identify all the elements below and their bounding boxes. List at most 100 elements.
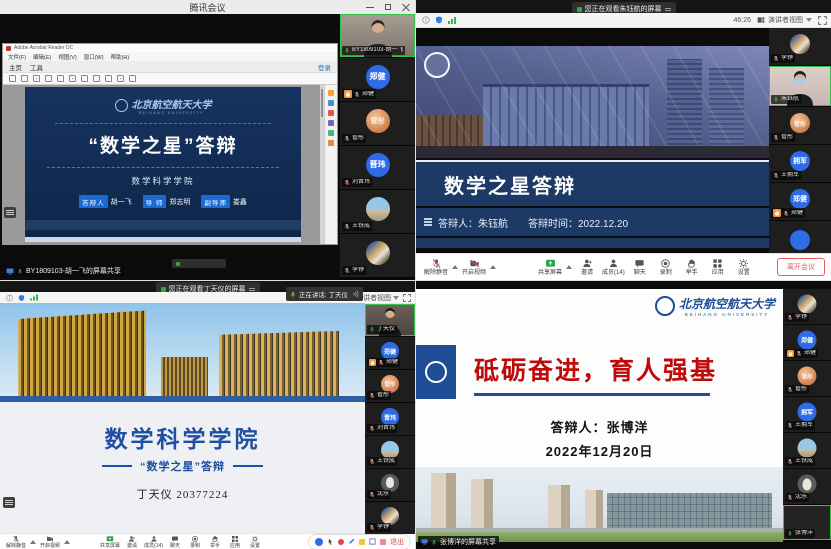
- info-icon[interactable]: [422, 16, 430, 24]
- participant-tile[interactable]: 丁天仪: [365, 304, 415, 336]
- zoom-in-icon[interactable]: [105, 75, 112, 82]
- settings-button[interactable]: 设置: [731, 258, 757, 276]
- participant-tile[interactable]: 管彤 管彤: [340, 102, 415, 145]
- laser-pointer-icon[interactable]: [338, 539, 344, 545]
- collapse-banner-icon[interactable]: [665, 8, 671, 11]
- participant-tile[interactable]: 朱钰航: [769, 66, 831, 106]
- menu-help[interactable]: 帮助(H): [111, 53, 130, 61]
- search-icon[interactable]: [45, 75, 52, 82]
- participant-tile[interactable]: 晋玮 刘晋玮: [340, 146, 415, 189]
- participant-tile[interactable]: 沈乐: [783, 469, 831, 504]
- share-screen-button[interactable]: 共享屏幕: [98, 535, 122, 549]
- export-pdf-icon[interactable]: [328, 90, 334, 96]
- cursor-icon[interactable]: [327, 538, 334, 545]
- share-options-caret[interactable]: [566, 265, 572, 269]
- minimize-icon[interactable]: [366, 3, 374, 11]
- eraser-icon[interactable]: [380, 539, 386, 545]
- record-button[interactable]: 录制: [653, 258, 679, 276]
- menu-edit[interactable]: 编辑(E): [33, 53, 51, 61]
- apps-button[interactable]: 应用: [705, 258, 731, 276]
- mail-icon[interactable]: [33, 75, 40, 82]
- fill-sign-icon[interactable]: [328, 130, 334, 136]
- participant-tile[interactable]: 王铁成: [340, 190, 415, 233]
- start-video-button[interactable]: 开启视频: [38, 535, 62, 549]
- window-titlebar[interactable]: 腾讯会议: [0, 0, 415, 14]
- stamp-icon[interactable]: [328, 140, 334, 146]
- meeting-menu-icon[interactable]: [4, 207, 16, 218]
- video-options-caret[interactable]: [64, 540, 70, 544]
- leave-meeting-button[interactable]: 离开会议: [777, 258, 825, 276]
- close-icon[interactable]: [402, 3, 410, 11]
- participant-tile[interactable]: 拥军 王拥军: [769, 145, 831, 182]
- video-options-caret[interactable]: [490, 265, 496, 269]
- mic-options-caret[interactable]: [30, 540, 36, 544]
- comment-icon[interactable]: [328, 120, 334, 126]
- info-icon[interactable]: [6, 294, 13, 301]
- annotation-avatar-icon[interactable]: [315, 538, 323, 546]
- settings-button[interactable]: 设置: [245, 535, 265, 549]
- participant-tile[interactable]: 王铁成: [783, 433, 831, 468]
- page-nav-icon[interactable]: [57, 75, 64, 82]
- edit-pdf-icon[interactable]: [328, 110, 334, 116]
- pen-icon[interactable]: [348, 538, 355, 545]
- acrobat-titlebar[interactable]: Adobe Acrobat Reader DC: [3, 44, 337, 52]
- participant-tile[interactable]: 郑健 郑健: [783, 325, 831, 360]
- participant-tile[interactable]: 晋玮 刘晋玮: [365, 403, 415, 435]
- collapse-banner-icon[interactable]: [249, 288, 255, 291]
- mic-options-caret[interactable]: [452, 265, 458, 269]
- meeting-menu-icon[interactable]: [3, 497, 15, 508]
- share-control-bar[interactable]: [172, 259, 226, 268]
- zoom-out-icon[interactable]: [93, 75, 100, 82]
- unmute-button[interactable]: 解除静音: [422, 258, 450, 276]
- invite-button[interactable]: 邀请: [574, 258, 600, 276]
- view-mode-dropdown[interactable]: 演讲者视图: [757, 15, 812, 25]
- tab-tools[interactable]: 工具: [30, 62, 43, 72]
- participant-tile[interactable]: 管彤 管彤: [769, 107, 831, 144]
- shape-icon[interactable]: [369, 538, 376, 545]
- create-pdf-icon[interactable]: [328, 100, 334, 106]
- menu-file[interactable]: 文件(F): [8, 53, 26, 61]
- invite-button[interactable]: 邀请: [122, 535, 142, 549]
- chat-button[interactable]: 聊天: [165, 535, 185, 549]
- highlighter-icon[interactable]: [359, 539, 365, 545]
- save-icon[interactable]: [9, 75, 16, 82]
- menu-window[interactable]: 窗口(W): [84, 53, 104, 61]
- chat-button[interactable]: 聊天: [627, 258, 653, 276]
- menu-view[interactable]: 视图(V): [58, 53, 76, 61]
- fullscreen-icon[interactable]: [403, 294, 411, 302]
- participant-tile[interactable]: 管彤 管彤: [365, 370, 415, 402]
- highlight-icon[interactable]: [117, 75, 124, 82]
- members-button[interactable]: 成员(14): [600, 258, 627, 276]
- comment-tool-icon[interactable]: [129, 75, 136, 82]
- participant-tile[interactable]: 管彤 管彤: [783, 361, 831, 396]
- members-button[interactable]: 成员(14): [142, 535, 165, 549]
- participant-tile[interactable]: 郑健 郑健: [340, 58, 415, 101]
- participant-tile[interactable]: BY1809103-胡一飞: [340, 14, 415, 57]
- participant-tile[interactable]: 张博洋: [783, 505, 831, 540]
- select-tool-icon[interactable]: [69, 75, 76, 82]
- participant-tile[interactable]: 李铮: [365, 502, 415, 534]
- participant-tile[interactable]: 李铮: [340, 234, 415, 277]
- exit-annotation-button[interactable]: 退出: [390, 537, 404, 547]
- participant-tile[interactable]: 王铁成: [365, 436, 415, 468]
- security-shield-icon[interactable]: [435, 16, 443, 24]
- participant-tile[interactable]: 李铮: [783, 289, 831, 324]
- raise-hand-button[interactable]: 举手: [679, 258, 705, 276]
- unmute-button[interactable]: 解除静音: [4, 535, 28, 549]
- participant-tile[interactable]: [769, 221, 831, 253]
- hand-tool-icon[interactable]: [81, 75, 88, 82]
- participant-tile[interactable]: 拥军 王拥军: [783, 397, 831, 432]
- raise-hand-button[interactable]: 举手: [205, 535, 225, 549]
- participant-tile[interactable]: 郑健 郑健: [365, 337, 415, 369]
- participant-tile[interactable]: 郑健 郑健: [769, 183, 831, 220]
- security-shield-icon[interactable]: [18, 294, 25, 301]
- participant-tile[interactable]: 沈乐: [365, 469, 415, 501]
- apps-button[interactable]: 应用: [225, 535, 245, 549]
- start-video-button[interactable]: 开启视频: [460, 258, 488, 276]
- tab-home[interactable]: 主页: [9, 62, 22, 72]
- participant-tile[interactable]: 李铮: [769, 28, 831, 65]
- maximize-icon[interactable]: [384, 3, 392, 11]
- record-button[interactable]: 录制: [185, 535, 205, 549]
- share-screen-button[interactable]: 共享屏幕: [536, 258, 564, 276]
- print-icon[interactable]: [21, 75, 28, 82]
